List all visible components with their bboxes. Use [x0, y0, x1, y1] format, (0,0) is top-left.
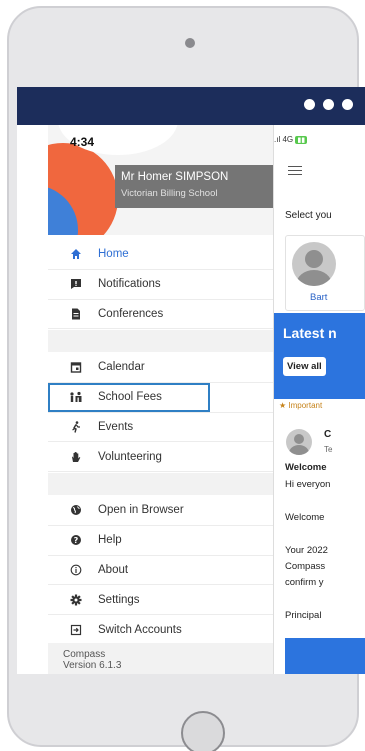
battery-icon: ▮▮ — [295, 136, 308, 144]
student-card[interactable]: Bart — [285, 235, 365, 311]
highlight-box — [48, 382, 210, 412]
menu-item-events[interactable]: Events — [48, 413, 273, 443]
latest-title: Latest n — [283, 325, 337, 341]
gear-icon — [68, 592, 84, 608]
menu-item-school-fees[interactable]: School Fees — [48, 382, 273, 413]
avatar — [292, 242, 336, 286]
menu-item-home[interactable]: Home — [48, 240, 273, 270]
menu-item-open-in-browser[interactable]: Open in Browser — [48, 496, 273, 526]
navigation-drawer: 4:34 Mr Homer SIMPSON Victorian Billing … — [48, 125, 274, 674]
menu-item-notifications[interactable]: Notifications — [48, 270, 273, 300]
globe-icon — [68, 502, 84, 518]
document-icon — [68, 306, 84, 322]
menu-section-school: Calendar School Fees Events Volunteering — [48, 353, 273, 473]
post-line: Welcome — [285, 512, 325, 523]
status-bar: .ıl 4G ▮▮ — [274, 135, 308, 144]
menu-item-label: Events — [98, 420, 134, 433]
top-bar — [17, 87, 365, 125]
footer-version: Version 6.1.3 — [63, 660, 122, 671]
menu-section-app: Open in Browser ? Help About Settings Sw… — [48, 496, 273, 645]
status-time: 4:34 — [70, 135, 95, 149]
screen: .ıl 4G ▮▮ Select you Bart Latest n View … — [17, 87, 365, 674]
drawer-header: 4:34 Mr Homer SIMPSON Victorian Billing … — [48, 125, 273, 235]
menu-item-help[interactable]: ? Help — [48, 526, 273, 556]
menu-item-about[interactable]: About — [48, 556, 273, 586]
menu-item-label: Open in Browser — [98, 504, 184, 517]
student-name: Bart — [310, 292, 328, 303]
menu-item-label: Calendar — [98, 361, 145, 374]
select-student-label: Select you — [285, 210, 332, 221]
menu-section-main: Home Notifications Conferences — [48, 240, 273, 330]
switch-accounts-icon — [68, 622, 84, 638]
view-all-button[interactable]: View all — [283, 357, 326, 376]
post-heading: Welcome — [285, 462, 327, 473]
school-name: Victorian Billing School — [121, 188, 218, 199]
home-icon — [68, 246, 84, 262]
menu-item-label: About — [98, 563, 129, 576]
post-subtitle: Te — [324, 445, 333, 454]
more-options-icon[interactable] — [304, 99, 353, 110]
divider — [48, 330, 273, 352]
footer-app-name: Compass — [63, 649, 106, 660]
calendar-icon — [68, 359, 84, 375]
menu-item-label: Volunteering — [98, 450, 162, 463]
post-line: Your 2022 — [285, 545, 328, 556]
app-content: .ıl 4G ▮▮ Select you Bart Latest n View … — [17, 125, 365, 674]
menu-item-label: Notifications — [98, 278, 161, 291]
menu-item-label: Switch Accounts — [98, 623, 182, 636]
menu-item-label: Help — [98, 534, 122, 547]
hand-icon — [68, 449, 84, 465]
background-app: .ıl 4G ▮▮ Select you Bart Latest n View … — [274, 125, 365, 674]
svg-text:?: ? — [74, 536, 79, 545]
important-label: ★ Important — [279, 401, 323, 410]
menu-item-settings[interactable]: Settings — [48, 585, 273, 616]
menu-item-switch-accounts[interactable]: Switch Accounts — [48, 615, 273, 645]
home-button[interactable] — [181, 711, 225, 751]
camera-dot — [185, 38, 195, 48]
menu-item-volunteering[interactable]: Volunteering — [48, 442, 273, 473]
post-line: confirm y — [285, 577, 324, 588]
menu-item-conferences[interactable]: Conferences — [48, 300, 273, 330]
blue-block — [285, 638, 365, 674]
menu-item-label: Settings — [98, 593, 140, 606]
user-name: Mr Homer SIMPSON — [121, 171, 229, 183]
menu-item-label: Conferences — [98, 307, 164, 320]
divider — [48, 473, 273, 495]
running-person-icon — [68, 419, 84, 435]
post-avatar — [286, 429, 312, 455]
post-line: Compass — [285, 561, 326, 572]
post-author: C — [324, 429, 332, 440]
notification-icon — [68, 276, 84, 292]
hamburger-menu-icon[interactable] — [288, 166, 302, 175]
latest-news-banner: Latest n View all — [274, 313, 365, 399]
info-icon — [68, 562, 84, 578]
menu-item-label: Home — [98, 248, 129, 261]
post-line: Hi everyon — [285, 479, 331, 490]
menu-item-calendar[interactable]: Calendar — [48, 353, 273, 383]
app-footer: Compass Version 6.1.3 — [48, 643, 273, 674]
post-line: Principal — [285, 610, 322, 621]
user-profile[interactable]: Mr Homer SIMPSON Victorian Billing Schoo… — [115, 165, 273, 208]
help-icon: ? — [68, 532, 84, 548]
